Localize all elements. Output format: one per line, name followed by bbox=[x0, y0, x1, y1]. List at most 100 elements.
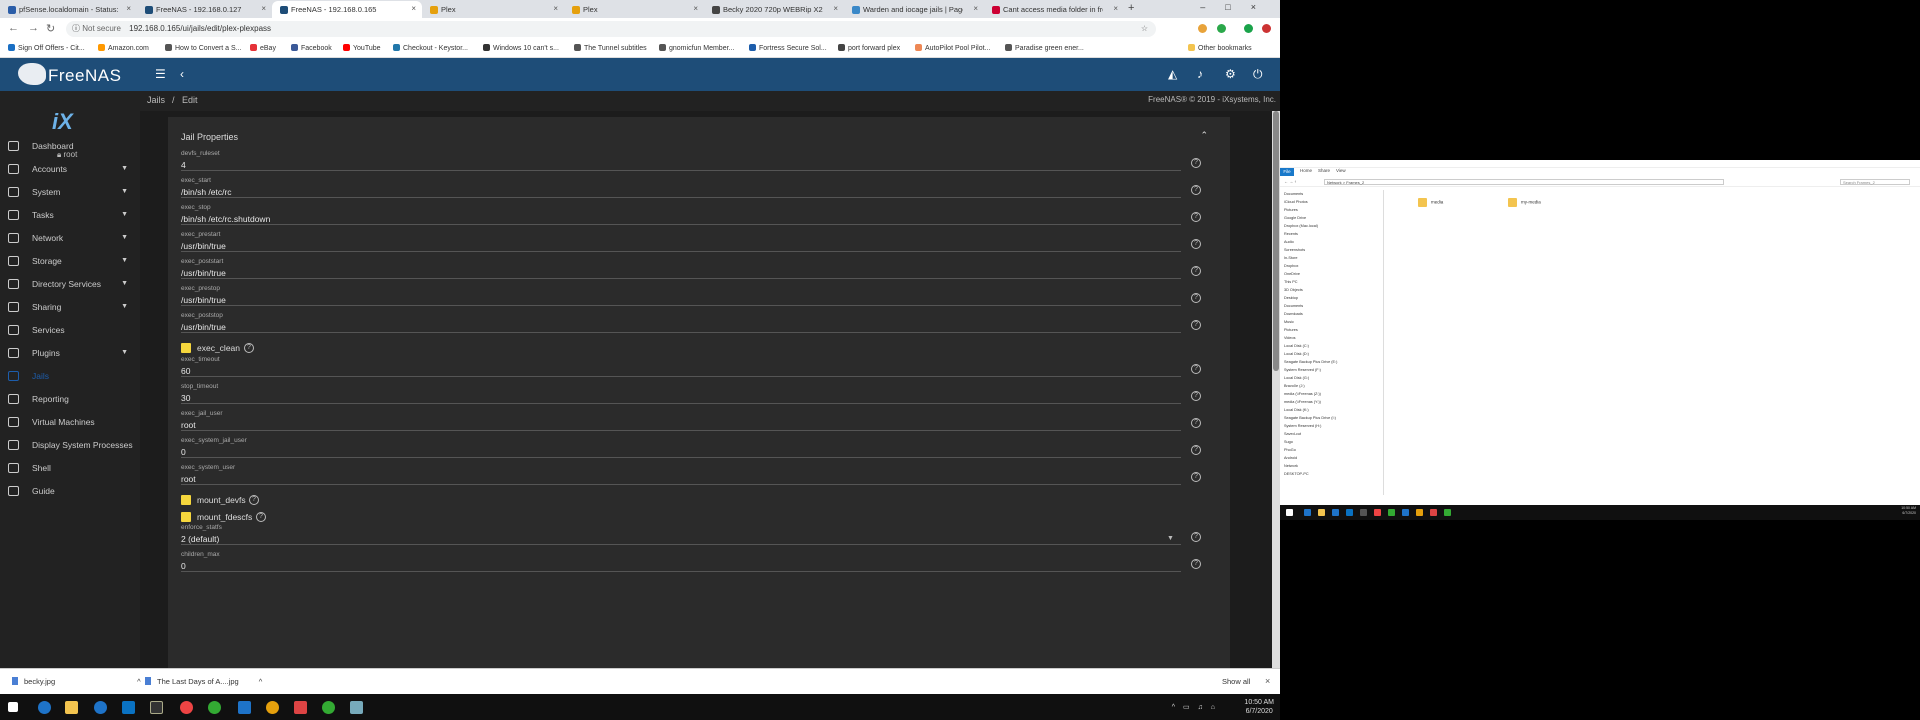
sidebar-item-display-system-processes[interactable]: Display System Processes bbox=[0, 435, 140, 455]
breadcrumb-jails[interactable]: Jails bbox=[147, 95, 165, 105]
tab-becky[interactable]: Becky 2020 720p WEBRip X264 A× bbox=[704, 1, 844, 18]
nav-pane-item[interactable]: Seagate Backup Plus Drive (E:) bbox=[1284, 358, 1383, 366]
nav-pane-item[interactable]: Pictures bbox=[1284, 206, 1383, 214]
nav-pane-item[interactable]: Desktop bbox=[1284, 294, 1383, 302]
bookmark-item[interactable]: port forward plex bbox=[838, 44, 900, 52]
collapse-icon[interactable]: ⌃ bbox=[1200, 130, 1208, 141]
window-controls[interactable]: –□× bbox=[1200, 2, 1276, 12]
nav-pane-item[interactable]: Videos bbox=[1284, 334, 1383, 342]
select-enforce-statfs[interactable]: enforce_statfs 2 (default) ▼? bbox=[181, 524, 1201, 552]
nav-pane-item[interactable]: In-Store bbox=[1284, 254, 1383, 262]
field-exec-poststop[interactable]: exec_poststop/usr/bin/true? bbox=[181, 312, 1201, 340]
nav-pane-item[interactable]: System Reserved (H:) bbox=[1284, 422, 1383, 430]
nav-arrows-icon[interactable]: ← → ↑ bbox=[1284, 179, 1296, 184]
help-icon[interactable]: ? bbox=[1191, 364, 1201, 374]
address-bar[interactable]: ⓘ Not secure 192.168.0.165/ui/jails/edit… bbox=[66, 21, 1156, 37]
tab-cant-access[interactable]: Cant access media folder in free × bbox=[984, 1, 1124, 18]
sidebar-item-dashboard[interactable]: Dashboard bbox=[0, 136, 140, 156]
sidebar-item-network[interactable]: Network ▼ bbox=[0, 228, 140, 248]
close-icon[interactable]: × bbox=[126, 4, 131, 13]
field-children-max[interactable]: children_max 0? bbox=[181, 551, 1201, 579]
download-item[interactable]: becky.jpg ^ bbox=[12, 677, 141, 686]
explorer-titlebar[interactable] bbox=[1280, 160, 1920, 168]
chevron-down-icon[interactable]: ▼ bbox=[121, 228, 128, 248]
chevron-up-icon[interactable]: ^ bbox=[259, 677, 263, 686]
page-scrollbar[interactable] bbox=[1272, 111, 1280, 668]
help-icon[interactable]: ? bbox=[1191, 532, 1201, 542]
ie-icon[interactable] bbox=[1332, 509, 1339, 516]
menu-icon[interactable]: ☰ bbox=[155, 67, 166, 81]
show-all-button[interactable]: Show all bbox=[1222, 677, 1250, 686]
bookmark-item[interactable]: YouTube bbox=[343, 44, 381, 52]
nav-pane-item[interactable]: Documents bbox=[1284, 302, 1383, 310]
mail-icon[interactable] bbox=[1402, 509, 1409, 516]
nav-pane-item[interactable]: Dropbox bbox=[1284, 262, 1383, 270]
field-exec-poststart[interactable]: exec_poststart/usr/bin/true? bbox=[181, 258, 1201, 286]
help-icon[interactable]: ? bbox=[1191, 418, 1201, 428]
folder-item[interactable]: media bbox=[1418, 198, 1443, 207]
store-icon[interactable] bbox=[122, 701, 135, 714]
nav-pane-item[interactable]: System Reserved (F:) bbox=[1284, 366, 1383, 374]
sidebar-item-sharing[interactable]: Sharing ▼ bbox=[0, 297, 140, 317]
tab-plex-2[interactable]: Plex × bbox=[564, 1, 704, 18]
tab-freenas-127[interactable]: FreeNAS - 192.168.0.127 × bbox=[137, 1, 272, 18]
tab-plex-1[interactable]: Plex × bbox=[422, 1, 564, 18]
chevron-down-icon[interactable]: ▼ bbox=[121, 159, 128, 179]
field-exec-jail-user[interactable]: exec_jail_user root? bbox=[181, 410, 1201, 438]
utorrent-icon[interactable] bbox=[208, 701, 221, 714]
plex-icon[interactable] bbox=[266, 701, 279, 714]
sidebar-item-accounts[interactable]: Accounts ▼ bbox=[0, 159, 140, 179]
help-icon[interactable]: ? bbox=[1191, 266, 1201, 276]
nav-pane-item[interactable]: Dropbox (Mac.local) bbox=[1284, 222, 1383, 230]
forward-icon[interactable]: → bbox=[28, 22, 39, 34]
help-icon[interactable]: ? bbox=[1191, 293, 1201, 303]
checkbox-box[interactable] bbox=[181, 343, 191, 353]
chrome-icon[interactable] bbox=[180, 701, 193, 714]
bookmark-item[interactable]: Checkout - Keystor... bbox=[393, 44, 468, 52]
store-icon[interactable] bbox=[1346, 509, 1353, 516]
star-icon[interactable]: ☆ bbox=[1141, 21, 1148, 37]
nav-pane-item[interactable]: PhoGo bbox=[1284, 446, 1383, 454]
nav-pane-item[interactable]: Local Disk (G:) bbox=[1284, 374, 1383, 382]
app-icon[interactable] bbox=[350, 701, 363, 714]
bell-icon[interactable]: ♪ bbox=[1197, 67, 1203, 81]
new-tab-icon[interactable]: + bbox=[1128, 2, 1134, 14]
nav-pane-item[interactable]: media (\\Freenas (Y:)) bbox=[1284, 398, 1383, 406]
windows-start-icon[interactable] bbox=[8, 702, 18, 712]
chevron-down-icon[interactable]: ▼ bbox=[121, 343, 128, 363]
chevron-down-icon[interactable]: ▼ bbox=[121, 297, 128, 317]
scrollbar-thumb[interactable] bbox=[1273, 111, 1279, 371]
nav-pane-item[interactable]: media (\\Freenas (Z:)) bbox=[1284, 390, 1383, 398]
edge-icon[interactable] bbox=[38, 701, 51, 714]
utorrent-icon[interactable] bbox=[1444, 509, 1451, 516]
extension-shield-icon[interactable] bbox=[1244, 24, 1253, 33]
field-exec-prestop[interactable]: exec_prestop/usr/bin/true? bbox=[181, 285, 1201, 313]
help-icon[interactable]: ? bbox=[1191, 559, 1201, 569]
chevron-down-icon[interactable]: ▼ bbox=[1167, 535, 1174, 542]
sidebar-item-services[interactable]: Services bbox=[0, 320, 140, 340]
download-item[interactable]: The Last Days of A....jpg ^ bbox=[145, 677, 262, 686]
sidebar-item-reporting[interactable]: Reporting bbox=[0, 389, 140, 409]
folder-item[interactable]: my-media bbox=[1508, 198, 1541, 207]
app-icon[interactable] bbox=[1430, 509, 1437, 516]
bookmark-item[interactable]: Sign Off Offers - Cit... bbox=[8, 44, 85, 52]
checkbox-box[interactable] bbox=[181, 512, 191, 522]
help-icon[interactable]: ? bbox=[1191, 391, 1201, 401]
field-exec-system-jail-user[interactable]: exec_system_jail_user 0? bbox=[181, 437, 1201, 465]
sidebar-item-storage[interactable]: Storage ▼ bbox=[0, 251, 140, 271]
field-devfs-ruleset[interactable]: devfs_ruleset 4? bbox=[181, 150, 1201, 178]
extension-ab-icon[interactable] bbox=[1217, 24, 1226, 33]
help-icon[interactable]: ? bbox=[1191, 212, 1201, 222]
tab-freenas-165[interactable]: FreeNAS - 192.168.0.165 × bbox=[272, 1, 422, 18]
chevron-down-icon[interactable]: ▼ bbox=[121, 251, 128, 271]
bookmark-item[interactable]: Other bookmarks bbox=[1188, 44, 1252, 52]
power-icon[interactable]: ⏻ bbox=[1253, 67, 1263, 82]
bookmark-item[interactable]: Amazon.com bbox=[98, 44, 149, 52]
profile-avatar[interactable] bbox=[1262, 24, 1271, 33]
sidebar-item-jails[interactable]: Jails bbox=[0, 366, 140, 386]
system-tray[interactable]: ^ ▭ ♫ ⌂ 10:50 AM 6/7/2020 bbox=[1172, 698, 1274, 716]
ribbon-tab-home[interactable]: Home bbox=[1300, 168, 1312, 173]
field-exec-prestart[interactable]: exec_prestart/usr/bin/true? bbox=[181, 231, 1201, 259]
nav-pane-item[interactable]: Recents bbox=[1284, 230, 1383, 238]
close-icon[interactable]: × bbox=[261, 4, 266, 13]
